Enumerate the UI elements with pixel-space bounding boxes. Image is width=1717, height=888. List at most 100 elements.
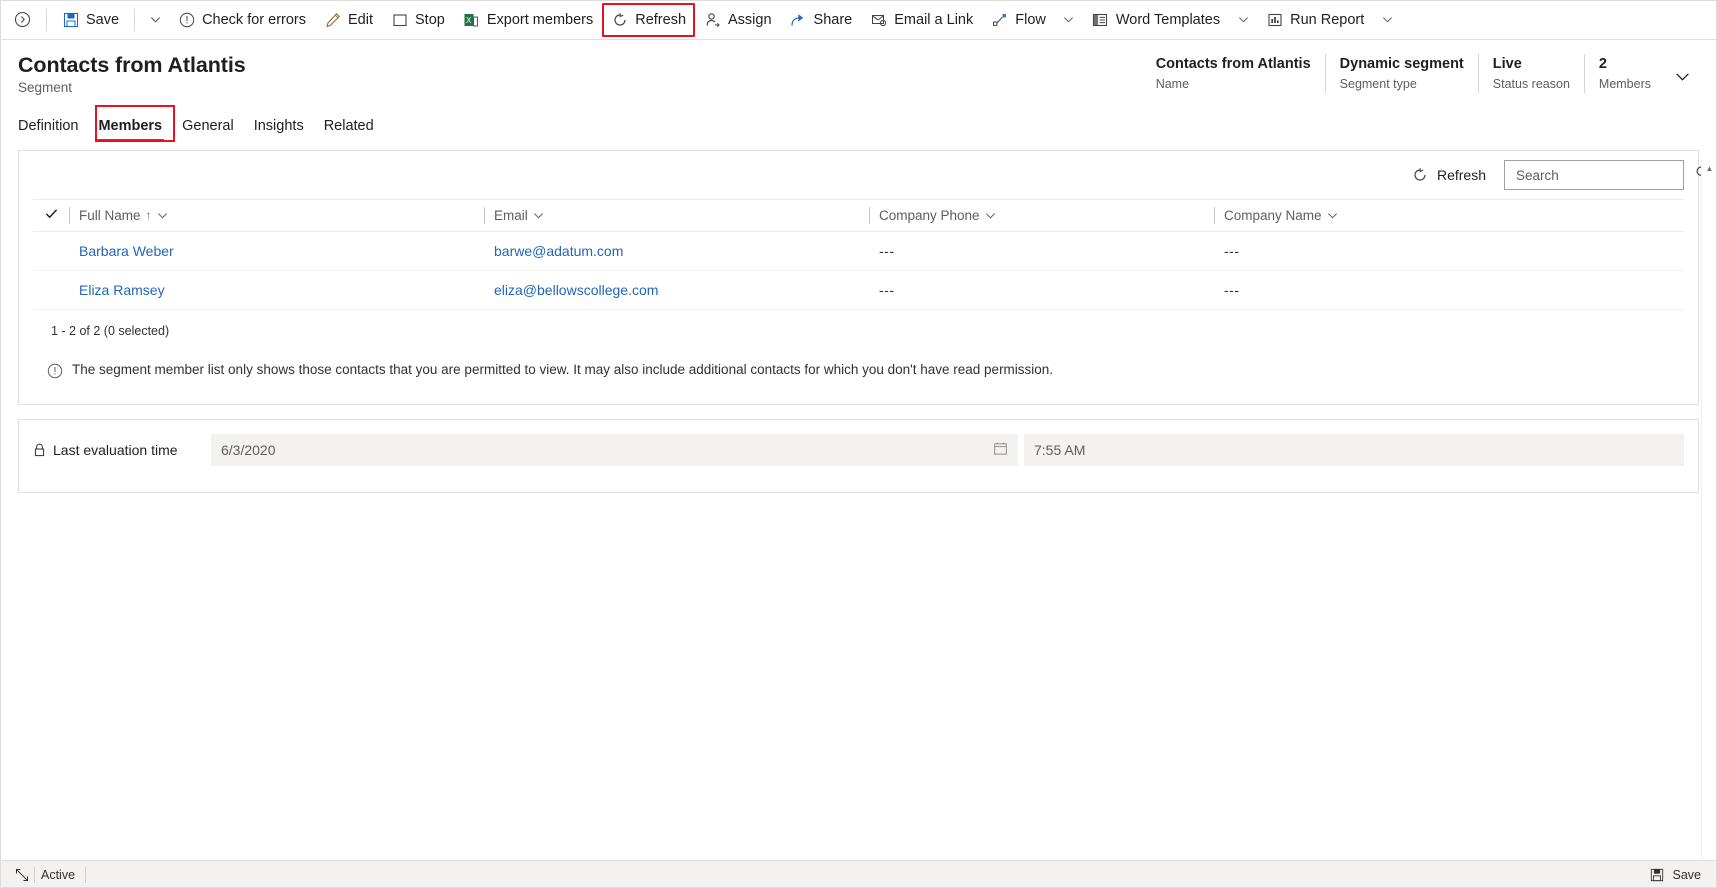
footer-save-group[interactable]: Save [1649, 866, 1708, 883]
cell-company-phone: --- [869, 270, 1214, 310]
last-evaluation-time-field[interactable]: 7:55 AM [1024, 434, 1684, 466]
select-all-checkbox[interactable] [33, 199, 69, 232]
expand-arrows-icon[interactable] [10, 868, 34, 882]
header-expand-chevron-down-icon[interactable] [1665, 54, 1699, 93]
header-field-segment-type[interactable]: Dynamic segment Segment type [1324, 54, 1478, 93]
vertical-scrollbar[interactable]: ▲ [1701, 160, 1717, 875]
word-document-icon [1092, 11, 1109, 28]
row-checkbox[interactable] [33, 231, 69, 271]
save-floppy-icon [62, 11, 79, 28]
last-evaluation-date-value: 6/3/2020 [221, 442, 276, 458]
members-grid: Full Name ↑ Email Company Phone Company … [19, 199, 1698, 404]
cell-company-name: --- [1214, 231, 1684, 271]
email-link[interactable]: barwe@adatum.com [494, 243, 623, 259]
company-phone-value: --- [879, 243, 895, 259]
column-header-company-name[interactable]: Company Name [1214, 199, 1684, 232]
word-templates-caret-chevron-down-icon[interactable] [1229, 1, 1257, 39]
share-arrow-icon [790, 11, 807, 28]
table-header-row: Full Name ↑ Email Company Phone Company … [33, 199, 1684, 232]
excel-icon: X [463, 11, 480, 28]
tab-related[interactable]: Related [314, 118, 384, 142]
header-field-name-value: Contacts from Atlantis [1155, 56, 1311, 72]
export-members-button[interactable]: X Export members [454, 1, 602, 39]
check-for-errors-button[interactable]: Check for errors [169, 1, 315, 39]
chevron-down-icon[interactable] [985, 210, 996, 221]
flow-button[interactable]: Flow [982, 1, 1055, 39]
cell-full-name: Barbara Weber [69, 231, 484, 271]
flow-caret-chevron-down-icon[interactable] [1055, 1, 1083, 39]
grid-refresh-button[interactable]: Refresh [1404, 161, 1494, 190]
footer-divider [85, 866, 87, 883]
refresh-label: Refresh [635, 11, 687, 28]
cell-email: eliza@bellowscollege.com [484, 270, 869, 310]
members-table-body: Barbara Weber barwe@adatum.com --- --- E… [33, 231, 1684, 310]
word-templates-button[interactable]: Word Templates [1083, 1, 1229, 39]
save-button[interactable]: Save [53, 1, 128, 39]
refresh-circular-arrow-icon [611, 11, 628, 28]
header-field-members-value: 2 [1598, 56, 1607, 72]
pager-status: 1 - 2 of 2 (0 selected) [51, 324, 170, 338]
exclamation-circle-icon [178, 11, 195, 28]
company-name-value: --- [1224, 282, 1240, 298]
content-area: Refresh Search Full Name ↑ Email Company… [0, 150, 1717, 493]
svg-text:X: X [466, 16, 472, 25]
stop-button[interactable]: Stop [382, 1, 454, 39]
run-report-caret-chevron-down-icon[interactable] [1373, 1, 1401, 39]
chevron-down-icon[interactable] [533, 210, 544, 221]
export-members-label: Export members [486, 11, 594, 28]
column-header-full-name[interactable]: Full Name ↑ [69, 199, 484, 232]
members-table-head: Full Name ↑ Email Company Phone Company … [33, 199, 1684, 232]
share-button[interactable]: Share [781, 1, 862, 39]
grid-toolbar: Refresh [19, 151, 1709, 199]
sort-ascending-arrow-icon: ↑ [145, 208, 152, 222]
run-report-button[interactable]: Run Report [1257, 1, 1373, 39]
column-header-company-phone[interactable]: Company Phone [869, 199, 1214, 232]
cell-email: barwe@adatum.com [484, 231, 869, 271]
last-evaluation-label-group: Last evaluation time [33, 434, 205, 466]
assign-button[interactable]: Assign [695, 1, 781, 39]
column-divider [69, 207, 70, 224]
column-divider [484, 207, 485, 224]
email-link[interactable]: eliza@bellowscollege.com [494, 282, 658, 298]
last-evaluation-date-field[interactable]: 6/3/2020 [211, 434, 1018, 466]
company-name-value: --- [1224, 243, 1240, 259]
word-templates-label: Word Templates [1115, 11, 1221, 28]
contact-link[interactable]: Barbara Weber [79, 243, 174, 259]
edit-label: Edit [348, 11, 374, 28]
cell-company-name: --- [1214, 270, 1684, 310]
calendar-icon[interactable] [993, 441, 1008, 459]
search-input[interactable] [1514, 166, 1695, 184]
header-field-status-reason[interactable]: Live Status reason [1477, 54, 1584, 93]
back-chevron-circle-icon[interactable] [4, 1, 40, 39]
save-caret-chevron-down-icon[interactable] [141, 1, 169, 39]
header-field-members[interactable]: 2 Members [1583, 54, 1665, 93]
email-a-link-button[interactable]: Email a Link [861, 1, 982, 39]
search-box[interactable] [1504, 160, 1709, 190]
table-row[interactable]: Barbara Weber barwe@adatum.com --- --- [33, 231, 1684, 271]
row-checkbox[interactable] [33, 270, 69, 310]
header-field-segment-type-value: Dynamic segment [1339, 56, 1464, 72]
permission-notice-text: The segment member list only shows those… [72, 362, 1054, 377]
tab-insights[interactable]: Insights [244, 118, 314, 142]
report-chart-icon [1266, 11, 1283, 28]
chevron-down-icon[interactable] [157, 210, 168, 221]
table-row[interactable]: Eliza Ramsey eliza@bellowscollege.com --… [33, 270, 1684, 310]
tab-members[interactable]: Members [88, 118, 172, 142]
check-for-errors-label: Check for errors [202, 11, 307, 28]
chevron-down-icon[interactable] [1327, 210, 1338, 221]
page-subtitle: Segment [18, 80, 73, 95]
info-circle-icon [47, 363, 63, 382]
column-header-company-name-label: Company Name [1224, 207, 1322, 223]
tab-definition[interactable]: Definition [18, 118, 88, 142]
header-field-name[interactable]: Contacts from Atlantis Name [1142, 54, 1325, 93]
assign-label: Assign [728, 11, 772, 28]
scroll-up-arrow-icon[interactable]: ▲ [1702, 160, 1717, 176]
permission-notice: The segment member list only shows those… [33, 344, 1684, 404]
column-divider [1214, 207, 1215, 224]
column-header-email[interactable]: Email [484, 199, 869, 232]
cell-company-phone: --- [869, 231, 1214, 271]
edit-button[interactable]: Edit [315, 1, 382, 39]
tab-general[interactable]: General [172, 118, 244, 142]
contact-link[interactable]: Eliza Ramsey [79, 282, 165, 298]
refresh-button[interactable]: Refresh [602, 2, 696, 37]
